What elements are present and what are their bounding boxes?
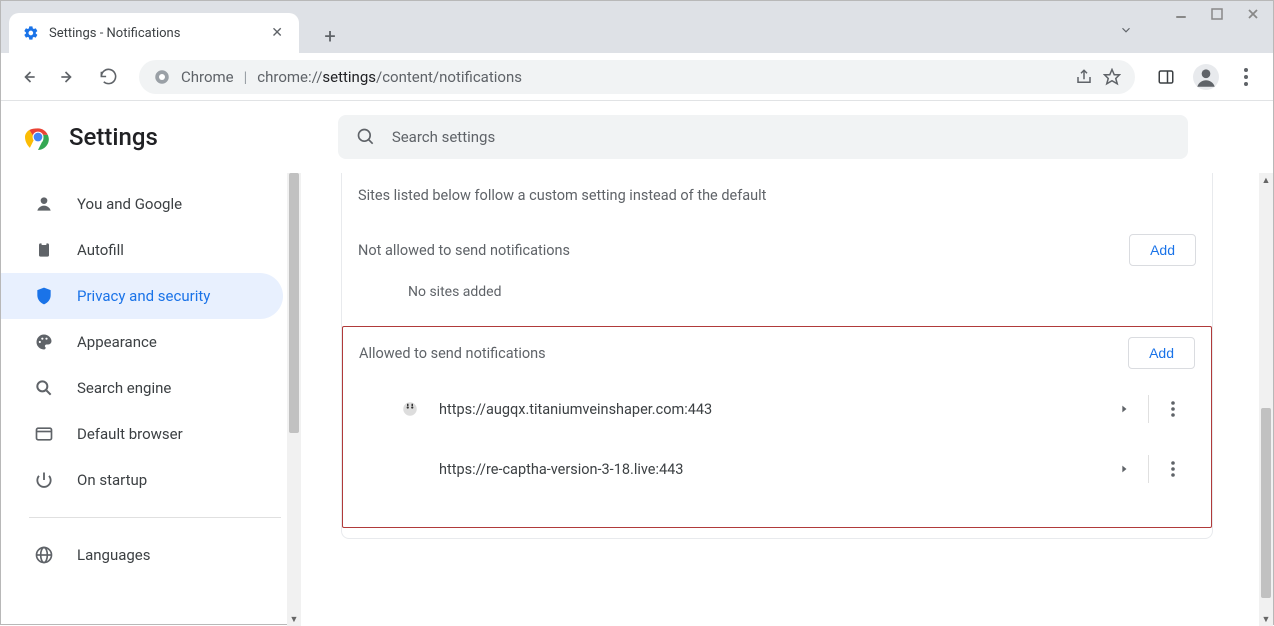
browser-tab-active[interactable]: Settings - Notifications ✕ (9, 13, 299, 53)
site-more-menu-button[interactable] (1149, 449, 1197, 489)
window-titlebar: Settings - Notifications ✕ + (1, 1, 1273, 53)
sidebar-item-label: Languages (77, 546, 151, 564)
nav-divider (29, 517, 281, 518)
address-bar[interactable]: Chrome | chrome://settings/content/notif… (139, 60, 1135, 94)
settings-main-panel: Sites listed below follow a custom setti… (301, 173, 1273, 626)
tab-title: Settings - Notifications (49, 26, 180, 41)
sidebar-item-label: Appearance (77, 333, 157, 351)
back-button[interactable] (11, 60, 45, 94)
not-allowed-label: Not allowed to send notifications (358, 242, 570, 259)
site-favicon (399, 398, 421, 420)
site-details-arrow-icon[interactable] (1100, 449, 1148, 489)
side-panel-icon[interactable] (1149, 60, 1183, 94)
globe-icon (33, 545, 55, 565)
sidebar-item-label: Default browser (77, 425, 183, 443)
allowed-site-row: https://re-captha-version-3-18.live:443 (343, 439, 1211, 499)
sidebar-item-languages[interactable]: Languages (1, 532, 283, 578)
tab-list-chevron-icon[interactable] (1119, 23, 1133, 37)
sidebar-item-label: On startup (77, 471, 147, 489)
reload-button[interactable] (91, 60, 125, 94)
allowed-label: Allowed to send notifications (359, 345, 546, 362)
sidebar-item-appearance[interactable]: Appearance (1, 319, 283, 365)
sidebar-item-label: Privacy and security (77, 287, 210, 305)
page-title: Settings (69, 123, 158, 151)
shield-icon (33, 286, 55, 306)
sidebar-item-search-engine[interactable]: Search engine (1, 365, 283, 411)
gear-icon (23, 25, 39, 41)
scrollbar-thumb[interactable] (289, 173, 299, 433)
chrome-origin-icon (153, 68, 171, 86)
person-icon (33, 194, 55, 214)
site-more-menu-button[interactable] (1149, 389, 1197, 429)
clipboard-icon (33, 240, 55, 260)
power-icon (33, 470, 55, 490)
browser-icon (33, 424, 55, 444)
search-icon (33, 378, 55, 398)
url-text: Chrome | chrome://settings/content/notif… (181, 68, 522, 86)
allowed-section-header: Allowed to send notifications Add (343, 327, 1211, 379)
allowed-site-row: https://augqx.titaniumveinshaper.com:443 (343, 379, 1211, 439)
search-settings-input[interactable]: Search settings (338, 115, 1188, 159)
browser-toolbar: Chrome | chrome://settings/content/notif… (1, 53, 1273, 101)
chrome-menu-button[interactable] (1229, 60, 1263, 94)
window-close-button[interactable] (1241, 5, 1265, 23)
scroll-down-icon[interactable]: ▼ (1259, 612, 1273, 626)
main-scrollbar[interactable]: ▲ ▼ (1259, 173, 1273, 626)
forward-button[interactable] (51, 60, 85, 94)
sidebar-scrollbar[interactable]: ▲ ▼ (287, 173, 301, 626)
settings-header: Settings Search settings (1, 101, 1273, 173)
site-url: https://re-captha-version-3-18.live:443 (439, 461, 1082, 478)
settings-sidebar: You and Google Autofill Privacy and securi… (1, 173, 301, 626)
search-icon (356, 127, 376, 147)
scrollbar-thumb[interactable] (1261, 408, 1271, 598)
window-controls (1169, 5, 1265, 23)
maximize-button[interactable] (1205, 5, 1229, 23)
new-tab-button[interactable]: + (313, 19, 347, 53)
sidebar-item-label: You and Google (77, 195, 182, 213)
custom-sites-description: Sites listed below follow a custom setti… (342, 173, 1212, 224)
share-icon[interactable] (1075, 68, 1093, 86)
site-favicon (399, 458, 421, 480)
notifications-card: Sites listed below follow a custom setti… (341, 173, 1213, 539)
minimize-button[interactable] (1169, 5, 1193, 23)
sidebar-item-autofill[interactable]: Autofill (1, 227, 283, 273)
search-placeholder: Search settings (392, 128, 495, 146)
chrome-logo-icon (25, 124, 51, 150)
site-details-arrow-icon[interactable] (1100, 389, 1148, 429)
add-allowed-button[interactable]: Add (1128, 337, 1195, 369)
sidebar-item-you-and-google[interactable]: You and Google (1, 181, 283, 227)
sidebar-item-label: Autofill (77, 241, 124, 259)
site-url: https://augqx.titaniumveinshaper.com:443 (439, 401, 1082, 418)
profile-avatar[interactable] (1189, 60, 1223, 94)
not-allowed-empty-text: No sites added (342, 276, 1212, 326)
not-allowed-section-header: Not allowed to send notifications Add (342, 224, 1212, 276)
palette-icon (33, 332, 55, 352)
sidebar-item-privacy-and-security[interactable]: Privacy and security (1, 273, 283, 319)
sidebar-item-default-browser[interactable]: Default browser (1, 411, 283, 457)
scroll-up-icon[interactable]: ▲ (1259, 173, 1273, 187)
allowed-section-highlight: Allowed to send notifications Add https:… (342, 326, 1212, 528)
close-tab-button[interactable]: ✕ (267, 25, 287, 41)
bookmark-star-icon[interactable] (1103, 68, 1121, 86)
sidebar-item-on-startup[interactable]: On startup (1, 457, 283, 503)
sidebar-item-label: Search engine (77, 379, 171, 397)
scroll-down-icon[interactable]: ▼ (287, 612, 301, 626)
add-not-allowed-button[interactable]: Add (1129, 234, 1196, 266)
